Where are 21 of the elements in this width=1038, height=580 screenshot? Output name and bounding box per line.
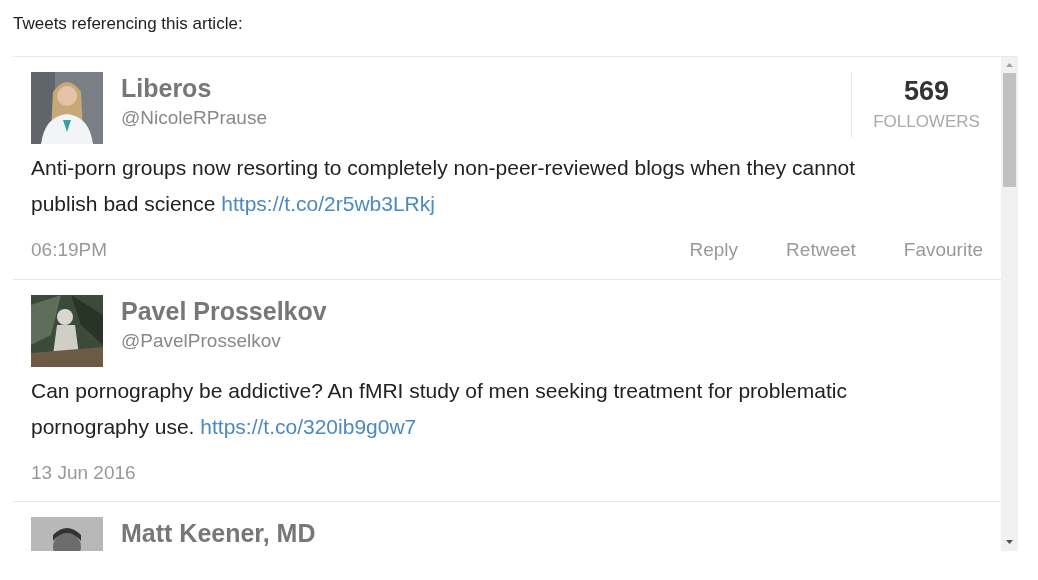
scrollbar[interactable]: [1001, 57, 1018, 551]
author-name[interactable]: Matt Keener, MD: [121, 517, 316, 549]
author-handle[interactable]: @PavelProsselkov: [121, 327, 281, 354]
tweet-text: Anti-porn groups now resorting to completely non-peer-reviewed blogs when they cannot publish bad science https://t.co/2r5wb3LRkj: [31, 155, 857, 217]
tweet-action[interactable]: Retweet: [786, 236, 856, 265]
tweet-text: Can pornography be addictive? An fMRI study of men seeking treatment for problematic pornography use. https://t.co/320ib9g0w7: [31, 377, 848, 440]
tweet-action[interactable]: Reply: [689, 236, 739, 265]
tweet-time: 13 Jun 2016: [31, 460, 137, 485]
followers-count: 569: [903, 75, 950, 108]
author-handle[interactable]: @NicoleRPrause: [121, 105, 267, 131]
tweet-link[interactable]: https://t.co/2r5wb3LRkj: [221, 192, 435, 215]
followers-label: FOLLOWERS: [873, 111, 980, 133]
scroll-up-icon[interactable]: [1006, 63, 1013, 67]
scroll-down-icon[interactable]: [1006, 540, 1013, 544]
tweet-time: 06:19PM: [31, 238, 109, 262]
author-name[interactable]: Liberos: [121, 72, 212, 104]
tweet-link[interactable]: https://t.co/320ib9g0w7: [200, 414, 417, 438]
author-name[interactable]: Pavel Prosselkov: [121, 294, 327, 327]
section-heading: Tweets referencing this article:: [13, 14, 243, 33]
scrollbar-thumb[interactable]: [1003, 73, 1016, 187]
tweet-action[interactable]: Favourite: [903, 236, 983, 265]
